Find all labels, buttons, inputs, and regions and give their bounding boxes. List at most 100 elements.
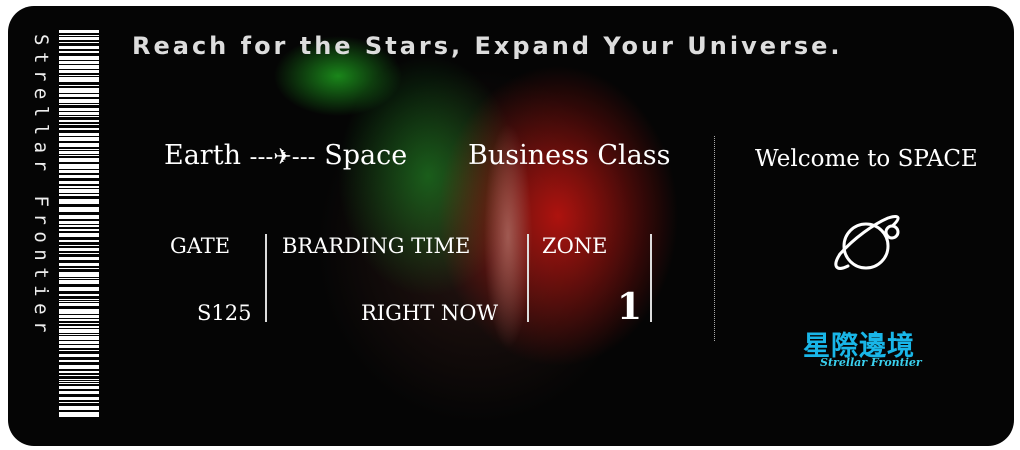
barcode-bar <box>59 233 99 237</box>
barcode-bar <box>59 151 99 154</box>
ticket-class: Business Class <box>468 140 671 171</box>
barcode-bar <box>59 301 99 302</box>
barcode-bar <box>59 329 99 333</box>
barcode-bar <box>59 99 99 103</box>
barcode-bar <box>59 379 99 380</box>
barcode <box>59 30 99 420</box>
barcode-bar <box>59 248 99 251</box>
barcode-bar <box>59 70 99 73</box>
barcode-bar <box>59 116 99 117</box>
barcode-bar <box>59 30 99 33</box>
barcode-bar <box>59 175 99 178</box>
barcode-bar <box>59 65 99 69</box>
barcode-bar <box>59 257 99 260</box>
barcode-bar <box>59 397 99 400</box>
barcode-bar <box>59 158 99 162</box>
barcode-bar <box>59 155 99 156</box>
barcode-bar <box>59 75 99 76</box>
barcode-bar <box>59 221 99 224</box>
divider <box>650 234 652 322</box>
barcode-bar <box>59 323 99 324</box>
barcode-bar <box>59 391 99 394</box>
barcode-bar <box>59 143 99 147</box>
brand-vertical-text: Strellar Frontier <box>30 34 52 339</box>
divider <box>265 234 267 322</box>
zone-label: ZONE <box>542 234 608 258</box>
barcode-bar <box>59 326 99 328</box>
divider <box>527 234 529 322</box>
barcode-bar <box>59 124 99 125</box>
barcode-bar <box>59 94 99 97</box>
barcode-bar <box>59 341 99 344</box>
barcode-bar <box>59 104 99 105</box>
barcode-bar <box>59 42 99 43</box>
barcode-bar <box>59 303 99 306</box>
barcode-bar <box>59 56 99 60</box>
boarding-time-value: RIGHT NOW <box>361 301 499 325</box>
barcode-bar <box>59 186 99 188</box>
planet-icon <box>834 214 900 270</box>
barcode-bar <box>59 383 99 384</box>
barcode-bar <box>59 294 99 296</box>
barcode-bar <box>59 199 99 204</box>
astronaut-background-image <box>258 6 678 446</box>
barcode-bar <box>59 189 99 193</box>
barcode-bar <box>59 412 99 417</box>
barcode-bar <box>59 375 99 376</box>
boarding-time-label: BRARDING TIME <box>282 234 471 258</box>
barcode-bar <box>59 360 99 362</box>
barcode-bar <box>59 128 99 130</box>
barcode-bar <box>59 381 99 382</box>
astronaut-figure <box>478 96 538 376</box>
welcome-text: Welcome to SPACE <box>755 146 978 172</box>
barcode-bar <box>59 386 99 389</box>
barcode-bar <box>59 336 99 340</box>
barcode-bar <box>59 315 99 318</box>
airplane-icon: ---✈--- <box>249 145 316 170</box>
barcode-bar <box>59 88 99 93</box>
barcode-bar <box>59 137 99 141</box>
barcode-bar <box>59 225 99 227</box>
barcode-bar <box>59 253 99 254</box>
barcode-bar <box>59 35 99 36</box>
barcode-bar <box>59 133 99 136</box>
barcode-bar <box>59 350 99 351</box>
barcode-bar <box>59 112 99 115</box>
barcode-bar <box>59 272 99 277</box>
barcode-bar <box>59 245 99 246</box>
barcode-bar <box>59 170 99 173</box>
barcode-bar <box>59 354 99 357</box>
barcode-bar <box>59 149 99 150</box>
logo-english: Strellar Frontier <box>820 356 922 369</box>
barcode-bar <box>59 365 99 369</box>
barcode-bar <box>59 406 99 410</box>
barcode-bar <box>59 77 99 82</box>
route-from: Earth <box>164 140 241 171</box>
barcode-bar <box>59 229 99 231</box>
boarding-ticket: Strellar Frontier Reach for the Stars, E… <box>8 6 1014 446</box>
barcode-bar <box>59 207 99 212</box>
barcode-bar <box>59 299 99 300</box>
barcode-bar <box>59 309 99 314</box>
barcode-bar <box>59 334 99 335</box>
barcode-bar <box>59 61 99 64</box>
barcode-bar <box>59 371 99 373</box>
gate-value: S125 <box>197 301 252 325</box>
zone-value: 1 <box>617 286 643 328</box>
barcode-bar <box>59 51 99 53</box>
barcode-bar <box>59 240 99 242</box>
barcode-bar <box>59 194 99 196</box>
barcode-bar <box>59 164 99 169</box>
barcode-bar <box>59 263 99 266</box>
barcode-bar <box>59 287 99 291</box>
barcode-bar <box>59 278 99 279</box>
route: Earth ---✈--- Space <box>164 140 407 171</box>
gate-label: GATE <box>170 234 231 258</box>
barcode-bar <box>59 345 99 348</box>
tagline: Reach for the Stars, Expand Your Univers… <box>132 32 843 60</box>
perforation-line <box>714 136 715 341</box>
barcode-bar <box>59 319 99 321</box>
barcode-bar <box>59 402 99 403</box>
barcode-bar <box>59 108 99 111</box>
barcode-bar <box>59 46 99 49</box>
